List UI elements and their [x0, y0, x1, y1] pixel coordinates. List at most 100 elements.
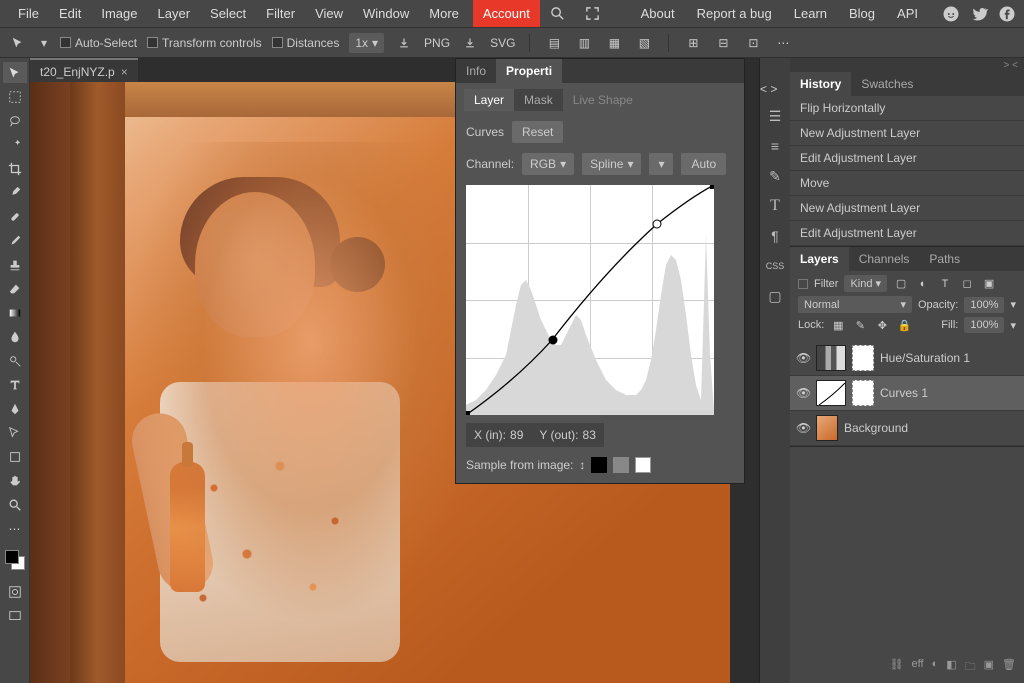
menu-view[interactable]: View: [305, 0, 353, 27]
lock-move-icon[interactable]: ✥: [874, 318, 890, 332]
history-item[interactable]: Edit Adjustment Layer: [790, 221, 1024, 246]
filter-checkbox[interactable]: [798, 279, 808, 289]
pencil-icon[interactable]: ▾: [649, 153, 673, 175]
transform-controls-checkbox[interactable]: Transform controls: [147, 36, 262, 50]
crop-tool[interactable]: [3, 158, 27, 179]
tab-swatches[interactable]: Swatches: [851, 72, 923, 96]
opacity-chevron-icon[interactable]: ▾: [1010, 298, 1016, 311]
tab-paths[interactable]: Paths: [919, 247, 970, 271]
history-item[interactable]: New Adjustment Layer: [790, 121, 1024, 146]
align-right-icon[interactable]: ▦: [604, 33, 624, 53]
svg-label[interactable]: SVG: [490, 36, 515, 50]
tab-channels[interactable]: Channels: [849, 247, 920, 271]
download-icon[interactable]: [394, 33, 414, 53]
eyedropper-tool[interactable]: [3, 182, 27, 203]
new-layer-icon[interactable]: ▣: [984, 658, 994, 677]
screenmode-tool[interactable]: [3, 605, 27, 626]
visibility-icon[interactable]: 👁: [796, 386, 810, 400]
reset-button[interactable]: Reset: [512, 121, 563, 143]
dodge-tool[interactable]: [3, 350, 27, 371]
visibility-icon[interactable]: 👁: [796, 421, 810, 435]
wand-tool[interactable]: [3, 134, 27, 155]
link-icon[interactable]: ⛓: [890, 658, 904, 677]
dock-paragraph-icon[interactable]: ¶: [765, 226, 785, 246]
subtab-layer[interactable]: Layer: [464, 89, 514, 111]
menu-more[interactable]: More: [419, 0, 469, 27]
menu-filter[interactable]: Filter: [256, 0, 305, 27]
tab-layers[interactable]: Layers: [790, 247, 849, 271]
channel-select[interactable]: RGB▾: [522, 153, 574, 175]
sample-black[interactable]: [591, 457, 607, 473]
menu-layer[interactable]: Layer: [148, 0, 201, 27]
history-item[interactable]: Flip Horizontally: [790, 96, 1024, 121]
distribute-icon[interactable]: ⊡: [743, 33, 763, 53]
move-tool[interactable]: [3, 62, 27, 83]
sample-white[interactable]: [635, 457, 651, 473]
align-center-icon[interactable]: ▥: [574, 33, 594, 53]
hand-tool[interactable]: [3, 470, 27, 491]
distances-checkbox[interactable]: Distances: [272, 36, 340, 50]
marquee-tool[interactable]: [3, 86, 27, 107]
fullscreen-icon[interactable]: [575, 0, 610, 27]
file-tab[interactable]: t20_EnjNYZ.p ×: [30, 58, 138, 84]
collapse-left[interactable]: < >: [760, 82, 790, 96]
layer-mask[interactable]: [852, 380, 874, 406]
lock-trans-icon[interactable]: ▦: [830, 318, 846, 332]
kind-select[interactable]: Kind▾: [844, 275, 887, 292]
layer-row[interactable]: 👁 Background: [790, 411, 1024, 446]
filter-type-icon[interactable]: T: [937, 277, 953, 291]
history-item[interactable]: Move: [790, 171, 1024, 196]
fill-chevron-icon[interactable]: ▾: [1010, 319, 1016, 332]
menu-select[interactable]: Select: [200, 0, 256, 27]
visibility-icon[interactable]: 👁: [796, 351, 810, 365]
menu-window[interactable]: Window: [353, 0, 419, 27]
eraser-tool[interactable]: [3, 278, 27, 299]
layer-mask[interactable]: [852, 345, 874, 371]
lasso-tool[interactable]: [3, 110, 27, 131]
blend-select[interactable]: Normal▾: [798, 296, 912, 313]
tab-info[interactable]: Info: [456, 59, 496, 83]
brush-tool[interactable]: [3, 230, 27, 251]
lock-brush-icon[interactable]: ✎: [852, 318, 868, 332]
subtab-liveshape[interactable]: Live Shape: [563, 89, 643, 111]
layer-row[interactable]: 👁 Hue/Saturation 1: [790, 341, 1024, 376]
spline-select[interactable]: Spline▾: [582, 153, 641, 175]
stamp-tool[interactable]: [3, 254, 27, 275]
adjustment-icon[interactable]: ◧: [946, 658, 956, 677]
effects-icon[interactable]: eff: [912, 658, 924, 677]
collapse-right[interactable]: > <: [790, 58, 1024, 72]
path-tool[interactable]: [3, 422, 27, 443]
subtab-mask[interactable]: Mask: [514, 89, 563, 111]
mask-icon[interactable]: ◐: [932, 658, 939, 677]
auto-button[interactable]: Auto: [681, 153, 726, 175]
eyedropper-sample-icon[interactable]: ↕: [579, 458, 585, 472]
dock-brush-icon[interactable]: ✎: [765, 166, 785, 186]
dock-history-icon[interactable]: ☰: [765, 106, 785, 126]
dock-type-icon[interactable]: T: [765, 196, 785, 216]
gradient-tool[interactable]: [3, 302, 27, 323]
history-item[interactable]: New Adjustment Layer: [790, 196, 1024, 221]
menu-blog[interactable]: Blog: [843, 0, 881, 27]
png-label[interactable]: PNG: [424, 36, 450, 50]
color-swatch[interactable]: [5, 550, 25, 570]
distribute-h-icon[interactable]: ⊞: [683, 33, 703, 53]
auto-select-checkbox[interactable]: Auto-Select: [60, 36, 137, 50]
search-icon[interactable]: [540, 0, 575, 27]
heal-tool[interactable]: [3, 206, 27, 227]
folder-icon[interactable]: 🗀: [965, 658, 976, 677]
pen-tool[interactable]: [3, 398, 27, 419]
tab-history[interactable]: History: [790, 72, 851, 96]
zoom-tool[interactable]: [3, 494, 27, 515]
menu-learn[interactable]: Learn: [788, 0, 833, 27]
distribute-v-icon[interactable]: ⊟: [713, 33, 733, 53]
filter-smart-icon[interactable]: ▣: [981, 277, 997, 291]
more-tool[interactable]: ⋯: [3, 518, 27, 539]
sample-gray[interactable]: [613, 457, 629, 473]
twitter-icon[interactable]: [970, 5, 988, 23]
opacity-input[interactable]: 100%: [964, 297, 1004, 313]
layer-row[interactable]: 👁 Curves 1: [790, 376, 1024, 411]
zoom-select[interactable]: 1x▾: [349, 33, 384, 53]
quickmask-tool[interactable]: [3, 581, 27, 602]
menu-about[interactable]: About: [635, 0, 681, 27]
menu-account[interactable]: Account: [473, 0, 540, 27]
